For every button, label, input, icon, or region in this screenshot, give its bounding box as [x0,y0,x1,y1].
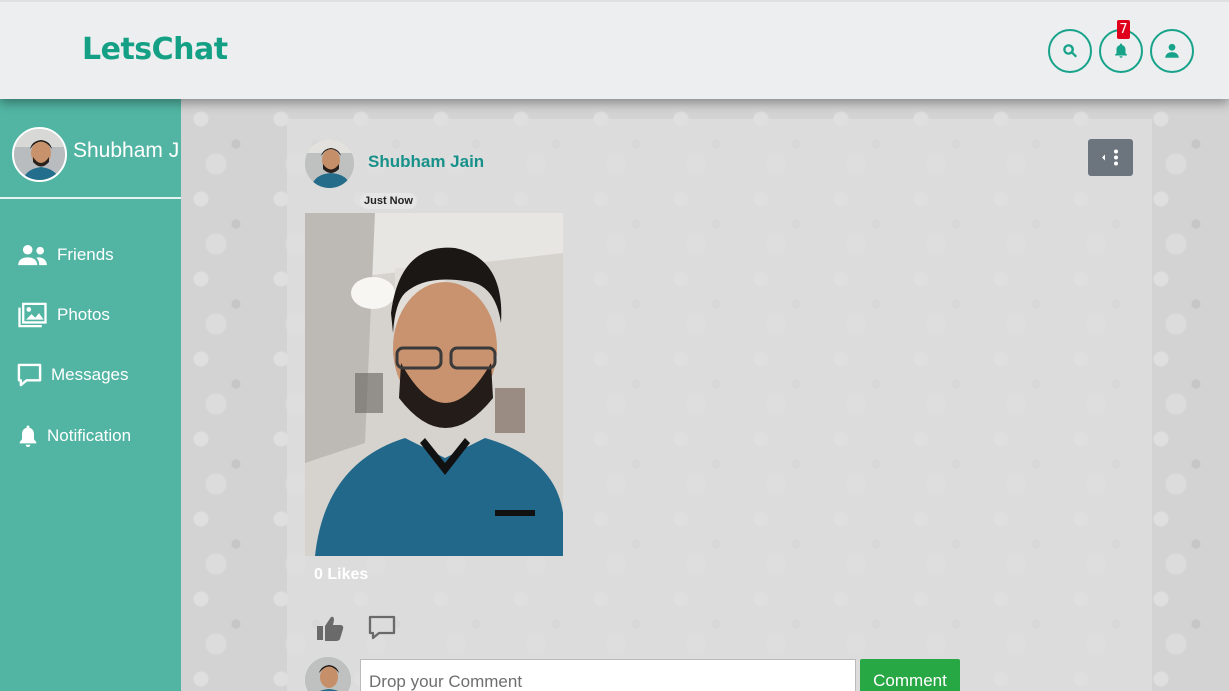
comment-icon [17,363,42,386]
post-options-button[interactable] [1088,139,1133,176]
bell-icon [1115,43,1127,58]
sidebar-item-label: Photos [57,305,110,324]
users-icon [18,244,47,265]
sidebar-item-label: Messages [51,365,129,384]
avatar[interactable] [305,139,354,188]
sidebar-item-photos[interactable]: Photos [0,295,181,335]
sidebar-item-messages[interactable]: Messages [0,355,181,395]
brand-logo[interactable]: LetsChat [82,32,228,67]
profile-button[interactable] [1150,29,1194,73]
sidebar: Shubham J Friends Photos Messages Notifi… [0,99,181,691]
comment-icon [368,615,396,640]
comment-input[interactable] [360,659,856,691]
like-button[interactable] [316,614,344,642]
notification-count-badge: 7 [1117,20,1130,39]
comment-submit-button[interactable]: Comment [860,659,960,691]
avatar [305,657,351,691]
search-button[interactable] [1048,29,1092,73]
sidebar-item-label: Notification [47,426,132,445]
post-timestamp: Just Now [360,193,417,209]
more-options-icon [1102,149,1118,166]
thumbs-up-icon [317,616,344,641]
post-photo[interactable] [305,213,563,556]
sidebar-item-notification[interactable]: Notification [0,416,181,456]
bell-icon [19,425,37,447]
sidebar-item-label: Friends [57,245,114,264]
likes-count: 0 Likes [314,566,369,583]
sidebar-item-friends[interactable]: Friends [0,235,181,275]
avatar[interactable] [12,127,67,182]
top-navbar: LetsChat 7 [0,0,1229,99]
user-icon [1165,43,1179,58]
post-card: Shubham Jain Just Now 0 Likes Drop your … [287,119,1152,691]
images-icon [18,302,47,328]
sidebar-profile[interactable]: Shubham J [0,99,181,199]
post-author[interactable]: Shubham Jain [368,152,484,172]
profile-name: Shubham J [73,139,180,162]
search-icon [1063,44,1078,58]
feed-area: Shubham Jain Just Now 0 Likes Drop your … [181,99,1229,691]
comment-toggle-button[interactable] [368,614,396,642]
